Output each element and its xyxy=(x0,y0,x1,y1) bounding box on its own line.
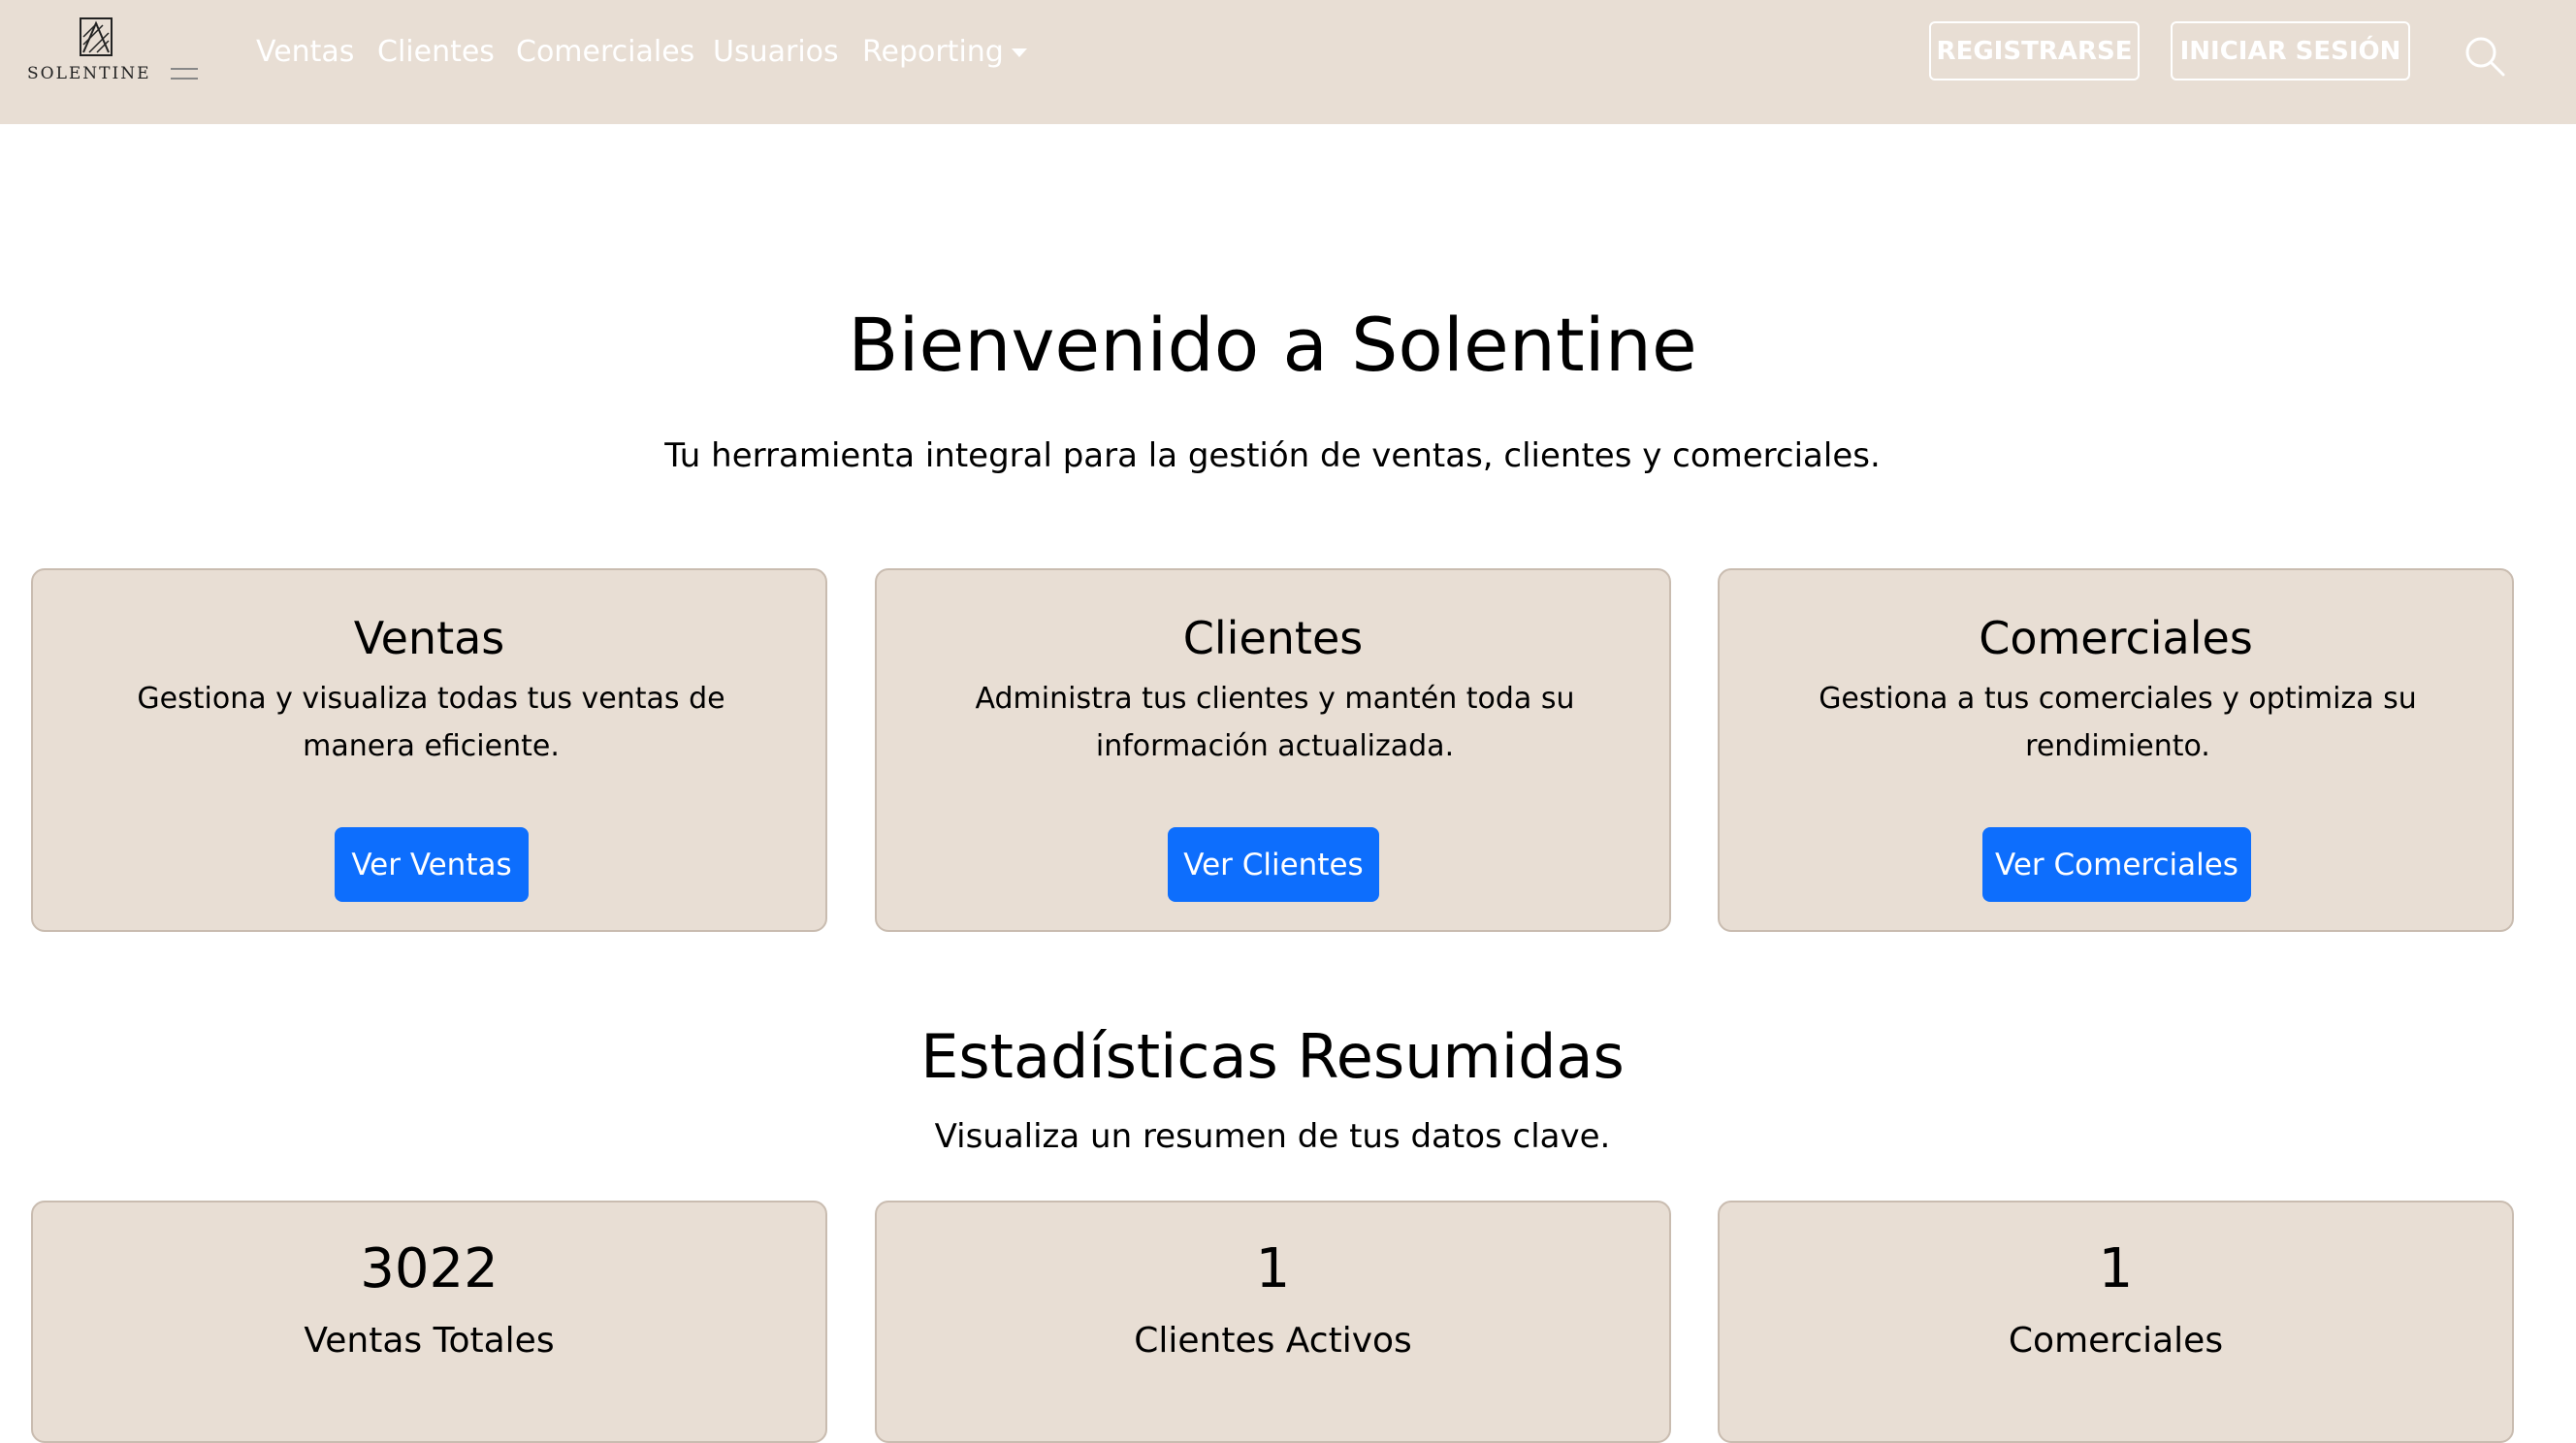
page-title: Bienvenido a Solentine xyxy=(848,302,1697,388)
card-comerciales: Comerciales Gestiona a tus comerciales y… xyxy=(1718,568,2514,932)
nav-dropdown-reporting-label: Reporting xyxy=(862,35,1004,69)
card-ventas: Ventas Gestiona y visualiza todas tus ve… xyxy=(31,568,827,932)
nav-link-usuarios[interactable]: Usuarios xyxy=(713,33,839,72)
search-icon[interactable] xyxy=(2463,35,2506,78)
ver-clientes-button[interactable]: Ver Clientes xyxy=(1168,827,1379,902)
stats-title: Estadísticas Resumidas xyxy=(920,1021,1625,1092)
stat-label: Ventas Totales xyxy=(304,1321,555,1361)
card-title: Clientes xyxy=(1182,612,1364,664)
stat-value: 3022 xyxy=(360,1237,499,1300)
nav-link-comerciales[interactable]: Comerciales xyxy=(516,33,694,72)
card-description: Gestiona a tus comerciales y optimiza su… xyxy=(1819,682,2417,763)
brand-logo[interactable]: SOLENTINE xyxy=(27,17,198,85)
stat-card-clientes-activos: 1 Clientes Activos xyxy=(875,1201,1671,1443)
ver-ventas-button[interactable]: Ver Ventas xyxy=(335,827,529,902)
page-subtitle: Tu herramienta integral para la gestión … xyxy=(664,436,1881,475)
nav-dropdown-reporting[interactable]: Reporting xyxy=(862,33,1027,72)
nav-link-ventas[interactable]: Ventas xyxy=(256,33,354,72)
card-title: Comerciales xyxy=(1979,612,2253,664)
register-button[interactable]: REGISTRARSE xyxy=(1929,21,2140,80)
stats-subtitle: Visualiza un resumen de tus datos clave. xyxy=(934,1117,1611,1156)
stat-value: 1 xyxy=(1255,1237,1291,1300)
logo-text: SOLENTINE xyxy=(27,64,151,83)
card-title: Ventas xyxy=(353,612,505,664)
stat-label: Clientes Activos xyxy=(1134,1321,1412,1361)
login-button[interactable]: INICIAR SESIÓN xyxy=(2171,21,2410,80)
card-description: Administra tus clientes y mantén toda su… xyxy=(975,682,1575,763)
card-description: Gestiona y visualiza todas tus ventas de… xyxy=(137,682,725,763)
stat-label: Comerciales xyxy=(2008,1321,2224,1361)
caret-down-icon xyxy=(1011,48,1027,57)
stat-card-comerciales: 1 Comerciales xyxy=(1718,1201,2514,1443)
card-clientes: Clientes Administra tus clientes y manté… xyxy=(875,568,1671,932)
navbar: SOLENTINE Ventas Clientes Comerciales Us… xyxy=(0,0,2576,124)
ver-comerciales-button[interactable]: Ver Comerciales xyxy=(1982,827,2251,902)
logo-mark-icon xyxy=(80,17,113,56)
nav-link-clientes[interactable]: Clientes xyxy=(377,33,495,72)
logo-lines-icon xyxy=(171,68,198,80)
stat-card-ventas-totales: 3022 Ventas Totales xyxy=(31,1201,827,1443)
stat-value: 1 xyxy=(2098,1237,2134,1300)
